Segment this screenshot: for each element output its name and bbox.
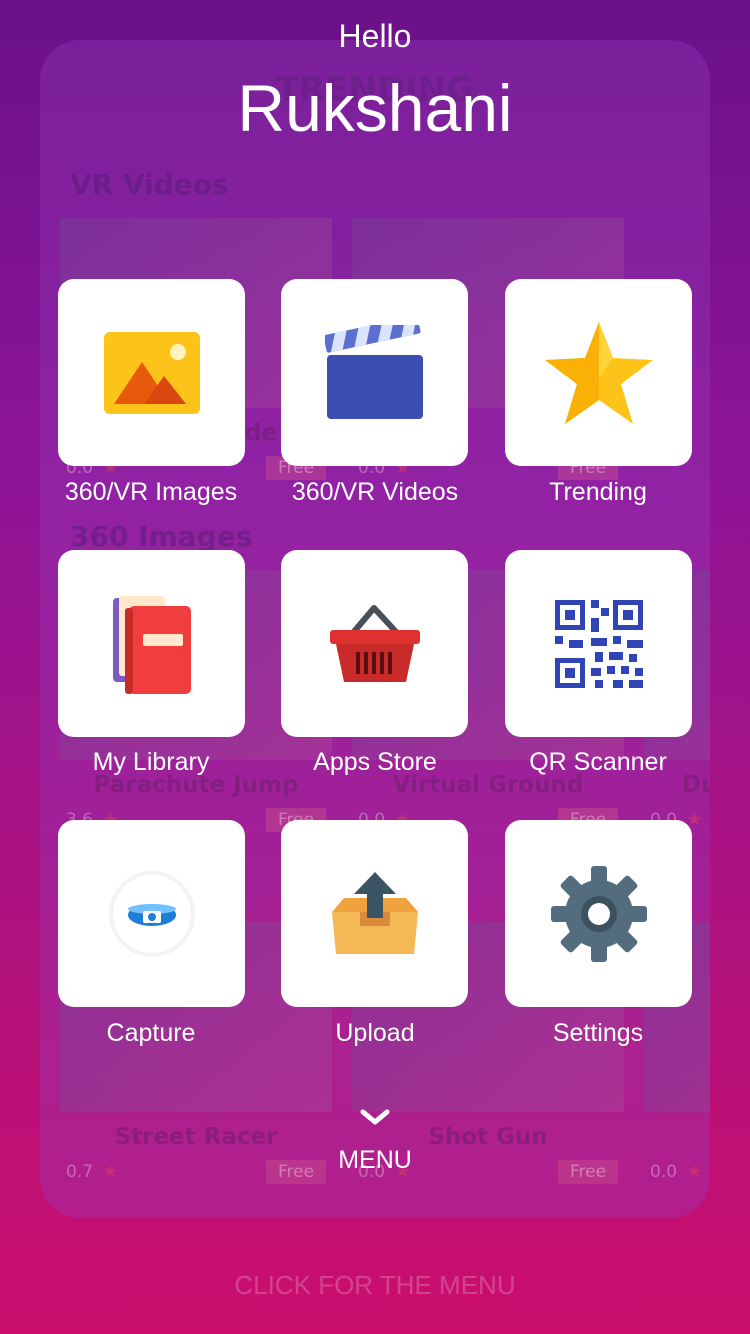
star-icon [544,321,653,424]
menu-tile-my-library[interactable] [58,550,245,737]
upload-icon [331,871,418,954]
image-icon [103,331,200,414]
footer-menu-hint: CLICK FOR THE MENU [234,1270,516,1300]
user-name: Rukshani [237,71,513,145]
camera-icon [108,870,195,957]
menu-label-upload: Upload [335,1019,415,1047]
menu-tile-capture[interactable] [58,820,245,1007]
section-title-360-images: 360 Images [70,520,253,553]
menu-label-trending: Trending [549,478,647,506]
menu-tile-upload[interactable] [281,820,468,1007]
gear-icon [550,865,647,962]
menu-tile-qr-scanner[interactable] [505,550,692,737]
section-title-vr-videos: VR Videos [70,168,229,201]
clapperboard-icon [324,324,423,419]
menu-tile-settings[interactable] [505,820,692,1007]
menu-label-360-videos: 360/VR Videos [291,478,459,506]
menu-toggle-label[interactable]: MENU [0,1146,750,1175]
menu-tile-360-videos[interactable] [281,279,468,466]
menu-label-my-library: My Library [92,748,210,776]
menu-label-capture: Capture [106,1019,196,1047]
menu-label-apps-store: Apps Store [313,748,437,776]
menu-label-qr-scanner: QR Scanner [529,748,667,776]
menu-tile-trending[interactable] [505,279,692,466]
menu-tile-apps-store[interactable] [281,550,468,737]
greeting-hello: Hello [338,18,412,54]
menu-label-settings: Settings [552,1019,644,1047]
menu-tile-360-images[interactable] [58,279,245,466]
menu-label-360-images: 360/VR Images [64,478,238,506]
basket-icon [329,604,420,682]
qr-code-icon [554,599,643,688]
chevron-down-icon[interactable] [355,1104,395,1130]
books-icon [112,595,191,694]
